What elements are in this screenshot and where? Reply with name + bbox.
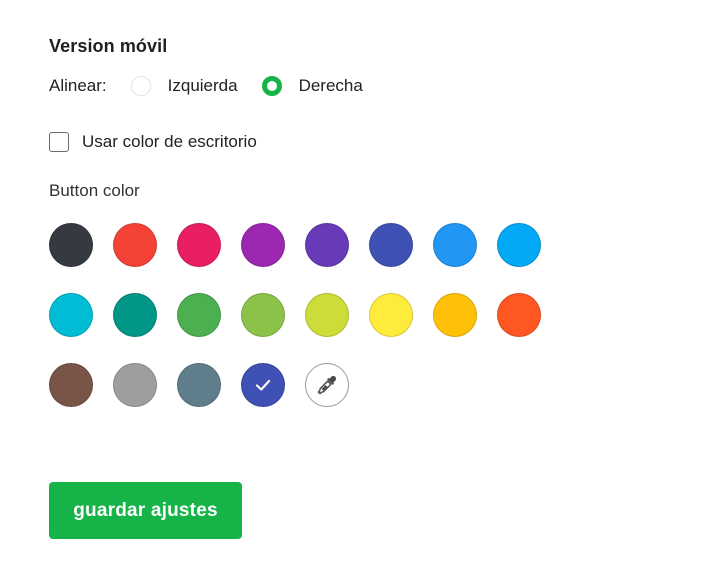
color-swatch[interactable] [241, 293, 285, 337]
save-settings-button[interactable]: guardar ajustes [49, 482, 242, 539]
desktop-color-label[interactable]: Usar color de escritorio [82, 132, 257, 152]
color-swatch[interactable] [369, 293, 413, 337]
color-swatch[interactable] [49, 293, 93, 337]
color-swatch[interactable] [497, 223, 541, 267]
align-left-label[interactable]: Izquierda [168, 76, 238, 96]
align-option-left[interactable]: Izquierda [130, 76, 238, 96]
color-swatch[interactable] [497, 293, 541, 337]
color-swatch[interactable] [433, 223, 477, 267]
color-swatch[interactable] [305, 293, 349, 337]
eyedropper-icon [317, 375, 337, 395]
button-color-label: Button color [49, 181, 140, 200]
align-row: Alinear: Izquierda Derecha [49, 74, 363, 98]
checkmark-icon [255, 379, 271, 391]
desktop-color-checkbox[interactable] [49, 132, 69, 152]
color-swatch[interactable] [49, 363, 93, 407]
color-swatch[interactable] [241, 223, 285, 267]
color-swatch-selected[interactable] [241, 363, 285, 407]
align-right-radio[interactable] [261, 76, 282, 96]
color-swatch[interactable] [113, 363, 157, 407]
color-swatch[interactable] [113, 223, 157, 267]
desktop-color-option[interactable]: Usar color de escritorio [49, 131, 257, 153]
color-swatch[interactable] [433, 293, 477, 337]
align-left-radio[interactable] [130, 76, 151, 96]
custom-color-picker-button[interactable] [305, 363, 349, 407]
color-swatch[interactable] [305, 223, 349, 267]
color-swatch[interactable] [177, 223, 221, 267]
color-swatch[interactable] [369, 223, 413, 267]
color-swatch[interactable] [177, 363, 221, 407]
align-option-right[interactable]: Derecha [261, 76, 363, 96]
color-swatch[interactable] [177, 293, 221, 337]
section-title: Version móvil [49, 36, 168, 56]
color-swatch[interactable] [113, 293, 157, 337]
align-label: Alinear: [49, 76, 107, 95]
align-right-label[interactable]: Derecha [299, 76, 363, 96]
color-swatch[interactable] [49, 223, 93, 267]
